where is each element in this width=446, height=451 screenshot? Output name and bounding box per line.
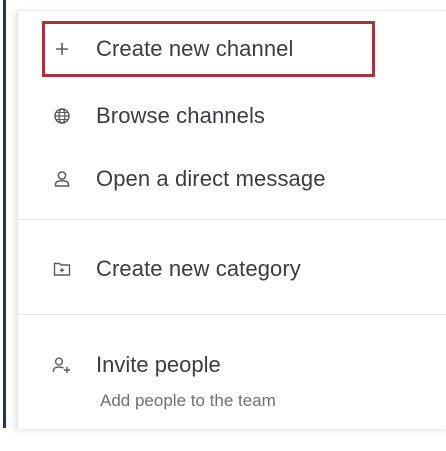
menu-item-label: Create new category [96,256,301,281]
globe-icon [52,106,72,126]
menu-item-create-new-channel[interactable]: Create new channel [18,21,446,77]
plus-icon [52,39,72,59]
invite-people-icon [52,355,72,375]
menu-item-browse-channels[interactable]: Browse channels [18,88,446,144]
menu-item-create-new-category[interactable]: Create new category [18,241,446,297]
sidebar-edge [0,0,6,428]
folder-plus-icon [52,259,72,279]
invite-people-label: Invite people [96,352,221,377]
screenshot-frame: Create new channel Browse channels Open … [0,0,446,451]
person-icon [52,169,72,189]
menu-item-invite-people[interactable]: Invite people Add people to the team [18,347,446,431]
add-menu-dropdown: Create new channel Browse channels Open … [17,10,446,429]
menu-item-label: Create new channel [96,36,294,61]
menu-divider [18,219,446,220]
menu-item-label: Open a direct message [96,166,326,191]
menu-item-label: Browse channels [96,103,266,128]
menu-divider [18,314,446,315]
menu-item-open-direct-message[interactable]: Open a direct message [18,151,446,207]
invite-people-description: Add people to the team [100,391,276,410]
